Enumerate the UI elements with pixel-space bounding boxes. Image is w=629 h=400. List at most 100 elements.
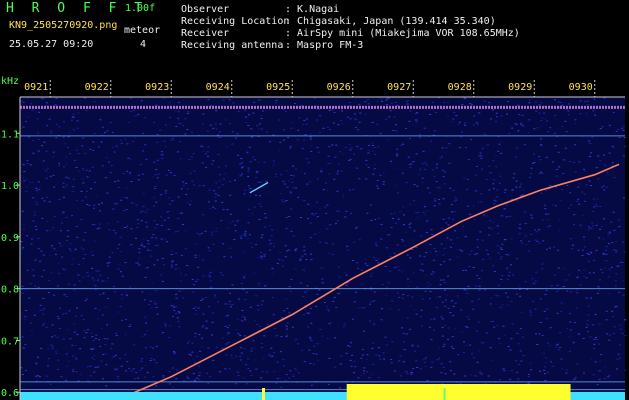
noise-speckle	[159, 130, 161, 131]
noise-speckle	[23, 177, 25, 178]
noise-speckle	[443, 198, 445, 199]
noise-speckle	[624, 251, 626, 252]
noise-speckle	[115, 203, 117, 204]
noise-speckle	[469, 345, 471, 346]
noise-speckle	[306, 184, 308, 185]
noise-speckle	[140, 164, 142, 165]
noise-speckle	[438, 348, 440, 349]
noise-speckle	[363, 331, 365, 332]
noise-speckle	[149, 294, 151, 295]
noise-speckle	[474, 254, 476, 255]
noise-speckle	[429, 114, 431, 115]
noise-speckle	[136, 205, 138, 206]
noise-speckle	[618, 220, 620, 221]
noise-speckle	[430, 367, 432, 368]
noise-speckle	[302, 148, 304, 149]
noise-speckle	[593, 99, 595, 100]
noise-speckle	[492, 266, 494, 267]
noise-speckle	[228, 304, 230, 305]
noise-speckle	[454, 201, 456, 202]
noise-speckle	[562, 173, 564, 174]
noise-speckle	[187, 111, 189, 112]
noise-speckle	[40, 305, 42, 306]
noise-speckle	[375, 260, 377, 261]
noise-speckle	[60, 376, 62, 377]
noise-speckle	[248, 209, 250, 210]
noise-speckle	[368, 145, 370, 146]
noise-speckle	[196, 378, 198, 379]
noise-speckle	[424, 169, 426, 170]
noise-speckle	[385, 295, 387, 296]
noise-speckle	[331, 145, 333, 146]
noise-speckle	[222, 243, 224, 244]
noise-speckle	[614, 326, 616, 327]
noise-speckle	[70, 250, 72, 251]
noise-speckle	[559, 230, 561, 231]
noise-speckle	[165, 146, 167, 147]
noise-speckle	[173, 351, 175, 352]
noise-speckle	[142, 133, 144, 134]
noise-speckle	[504, 239, 506, 240]
noise-speckle	[256, 171, 258, 172]
noise-speckle	[141, 245, 143, 246]
noise-speckle	[498, 285, 500, 286]
noise-speckle	[408, 157, 410, 158]
noise-speckle	[105, 177, 107, 178]
noise-speckle	[401, 270, 403, 271]
noise-speckle	[484, 134, 486, 135]
noise-speckle	[240, 238, 242, 239]
noise-speckle	[374, 168, 376, 169]
noise-speckle	[511, 238, 513, 239]
noise-speckle	[277, 378, 279, 379]
noise-speckle	[42, 198, 44, 199]
noise-speckle	[378, 377, 380, 378]
noise-speckle	[434, 205, 436, 206]
noise-speckle	[141, 361, 143, 362]
noise-speckle	[381, 224, 383, 225]
noise-speckle	[168, 170, 170, 171]
noise-speckle	[528, 132, 530, 133]
noise-speckle	[230, 306, 232, 307]
noise-speckle	[531, 218, 533, 219]
noise-speckle	[241, 174, 243, 175]
noise-speckle	[220, 137, 222, 138]
noise-speckle	[596, 199, 598, 200]
noise-speckle	[304, 292, 306, 293]
noise-speckle	[496, 113, 498, 114]
noise-speckle	[416, 314, 418, 315]
noise-speckle	[504, 209, 506, 210]
noise-speckle	[270, 243, 272, 244]
mode-label: meteor	[124, 26, 160, 36]
noise-speckle	[94, 101, 96, 102]
noise-speckle	[223, 179, 225, 180]
noise-speckle	[464, 376, 466, 377]
noise-speckle	[244, 190, 246, 191]
noise-speckle	[517, 105, 519, 106]
noise-speckle	[586, 298, 588, 299]
noise-speckle	[58, 165, 60, 166]
noise-speckle	[30, 323, 32, 324]
noise-speckle	[46, 102, 48, 103]
noise-speckle	[402, 294, 404, 295]
noise-speckle	[354, 113, 356, 114]
noise-speckle	[123, 173, 125, 174]
noise-speckle	[499, 379, 501, 380]
noise-speckle	[541, 193, 543, 194]
noise-speckle	[454, 230, 456, 231]
noise-speckle	[338, 164, 340, 165]
noise-speckle	[318, 152, 320, 153]
noise-speckle	[398, 270, 400, 271]
noise-speckle	[430, 319, 432, 320]
noise-speckle	[420, 295, 422, 296]
noise-speckle	[110, 122, 112, 123]
noise-speckle	[153, 197, 155, 198]
noise-speckle	[243, 289, 245, 290]
noise-speckle	[47, 366, 49, 367]
noise-speckle	[426, 164, 428, 165]
noise-speckle	[538, 113, 540, 114]
noise-speckle	[597, 293, 599, 294]
noise-speckle	[356, 262, 358, 263]
noise-speckle	[169, 117, 171, 118]
noise-speckle	[439, 105, 441, 106]
noise-speckle	[341, 356, 343, 357]
